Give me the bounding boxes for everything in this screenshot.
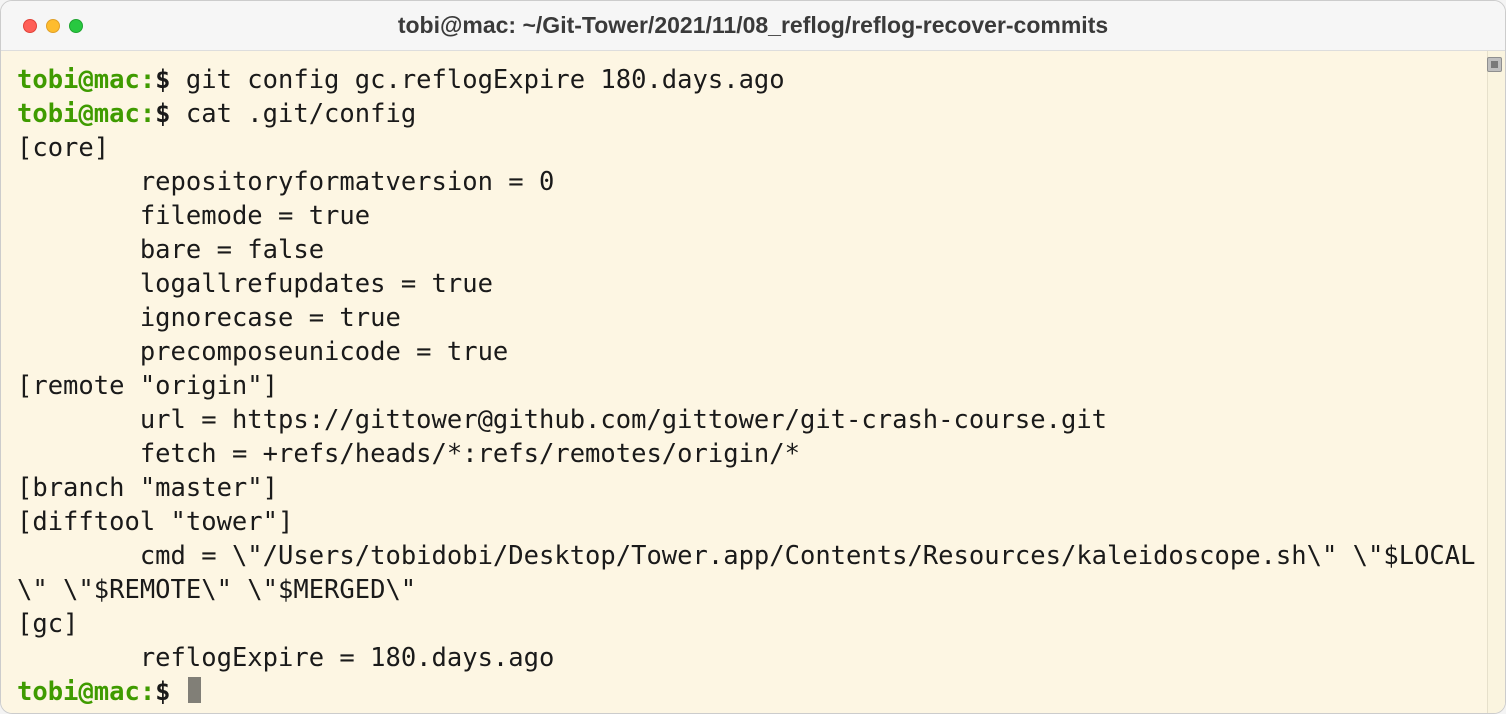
prompt: tobi@mac:	[17, 677, 155, 707]
output-line: fetch = +refs/heads/*:refs/remotes/origi…	[17, 439, 800, 469]
output-line: filemode = true	[17, 201, 370, 231]
command-1: git config gc.reflogExpire 180.days.ago	[186, 65, 785, 95]
terminal-area: tobi@mac:$ git config gc.reflogExpire 18…	[1, 51, 1505, 714]
cursor	[188, 677, 201, 703]
titlebar[interactable]: tobi@mac: ~/Git-Tower/2021/11/08_reflog/…	[1, 1, 1505, 51]
minimize-icon[interactable]	[46, 19, 60, 33]
prompt: tobi@mac:	[17, 99, 155, 129]
output-line: logallrefupdates = true	[17, 269, 493, 299]
output-line: cmd = \"/Users/tobidobi/Desktop/Tower.ap…	[17, 541, 1475, 605]
output-line: [difftool "tower"]	[17, 507, 293, 537]
output-line: [gc]	[17, 609, 78, 639]
prompt-dollar: $	[155, 99, 170, 129]
maximize-icon[interactable]	[69, 19, 83, 33]
command-2: cat .git/config	[186, 99, 416, 129]
terminal-content[interactable]: tobi@mac:$ git config gc.reflogExpire 18…	[1, 51, 1487, 714]
scrollbar[interactable]	[1487, 51, 1505, 714]
window-title: tobi@mac: ~/Git-Tower/2021/11/08_reflog/…	[1, 12, 1505, 39]
prompt: tobi@mac:	[17, 65, 155, 95]
output-line: [branch "master"]	[17, 473, 278, 503]
traffic-lights	[1, 19, 83, 33]
output-line: repositoryformatversion = 0	[17, 167, 554, 197]
terminal-window: tobi@mac: ~/Git-Tower/2021/11/08_reflog/…	[0, 0, 1506, 714]
split-pane-icon[interactable]	[1487, 57, 1502, 72]
close-icon[interactable]	[23, 19, 37, 33]
output-line: bare = false	[17, 235, 324, 265]
output-line: [core]	[17, 133, 109, 163]
output-line: reflogExpire = 180.days.ago	[17, 643, 554, 673]
prompt-dollar: $	[155, 677, 170, 707]
output-line: [remote "origin"]	[17, 371, 278, 401]
prompt-dollar: $	[155, 65, 170, 95]
output-line: url = https://gittower@github.com/gittow…	[17, 405, 1107, 435]
output-line: ignorecase = true	[17, 303, 401, 333]
output-line: precomposeunicode = true	[17, 337, 508, 367]
